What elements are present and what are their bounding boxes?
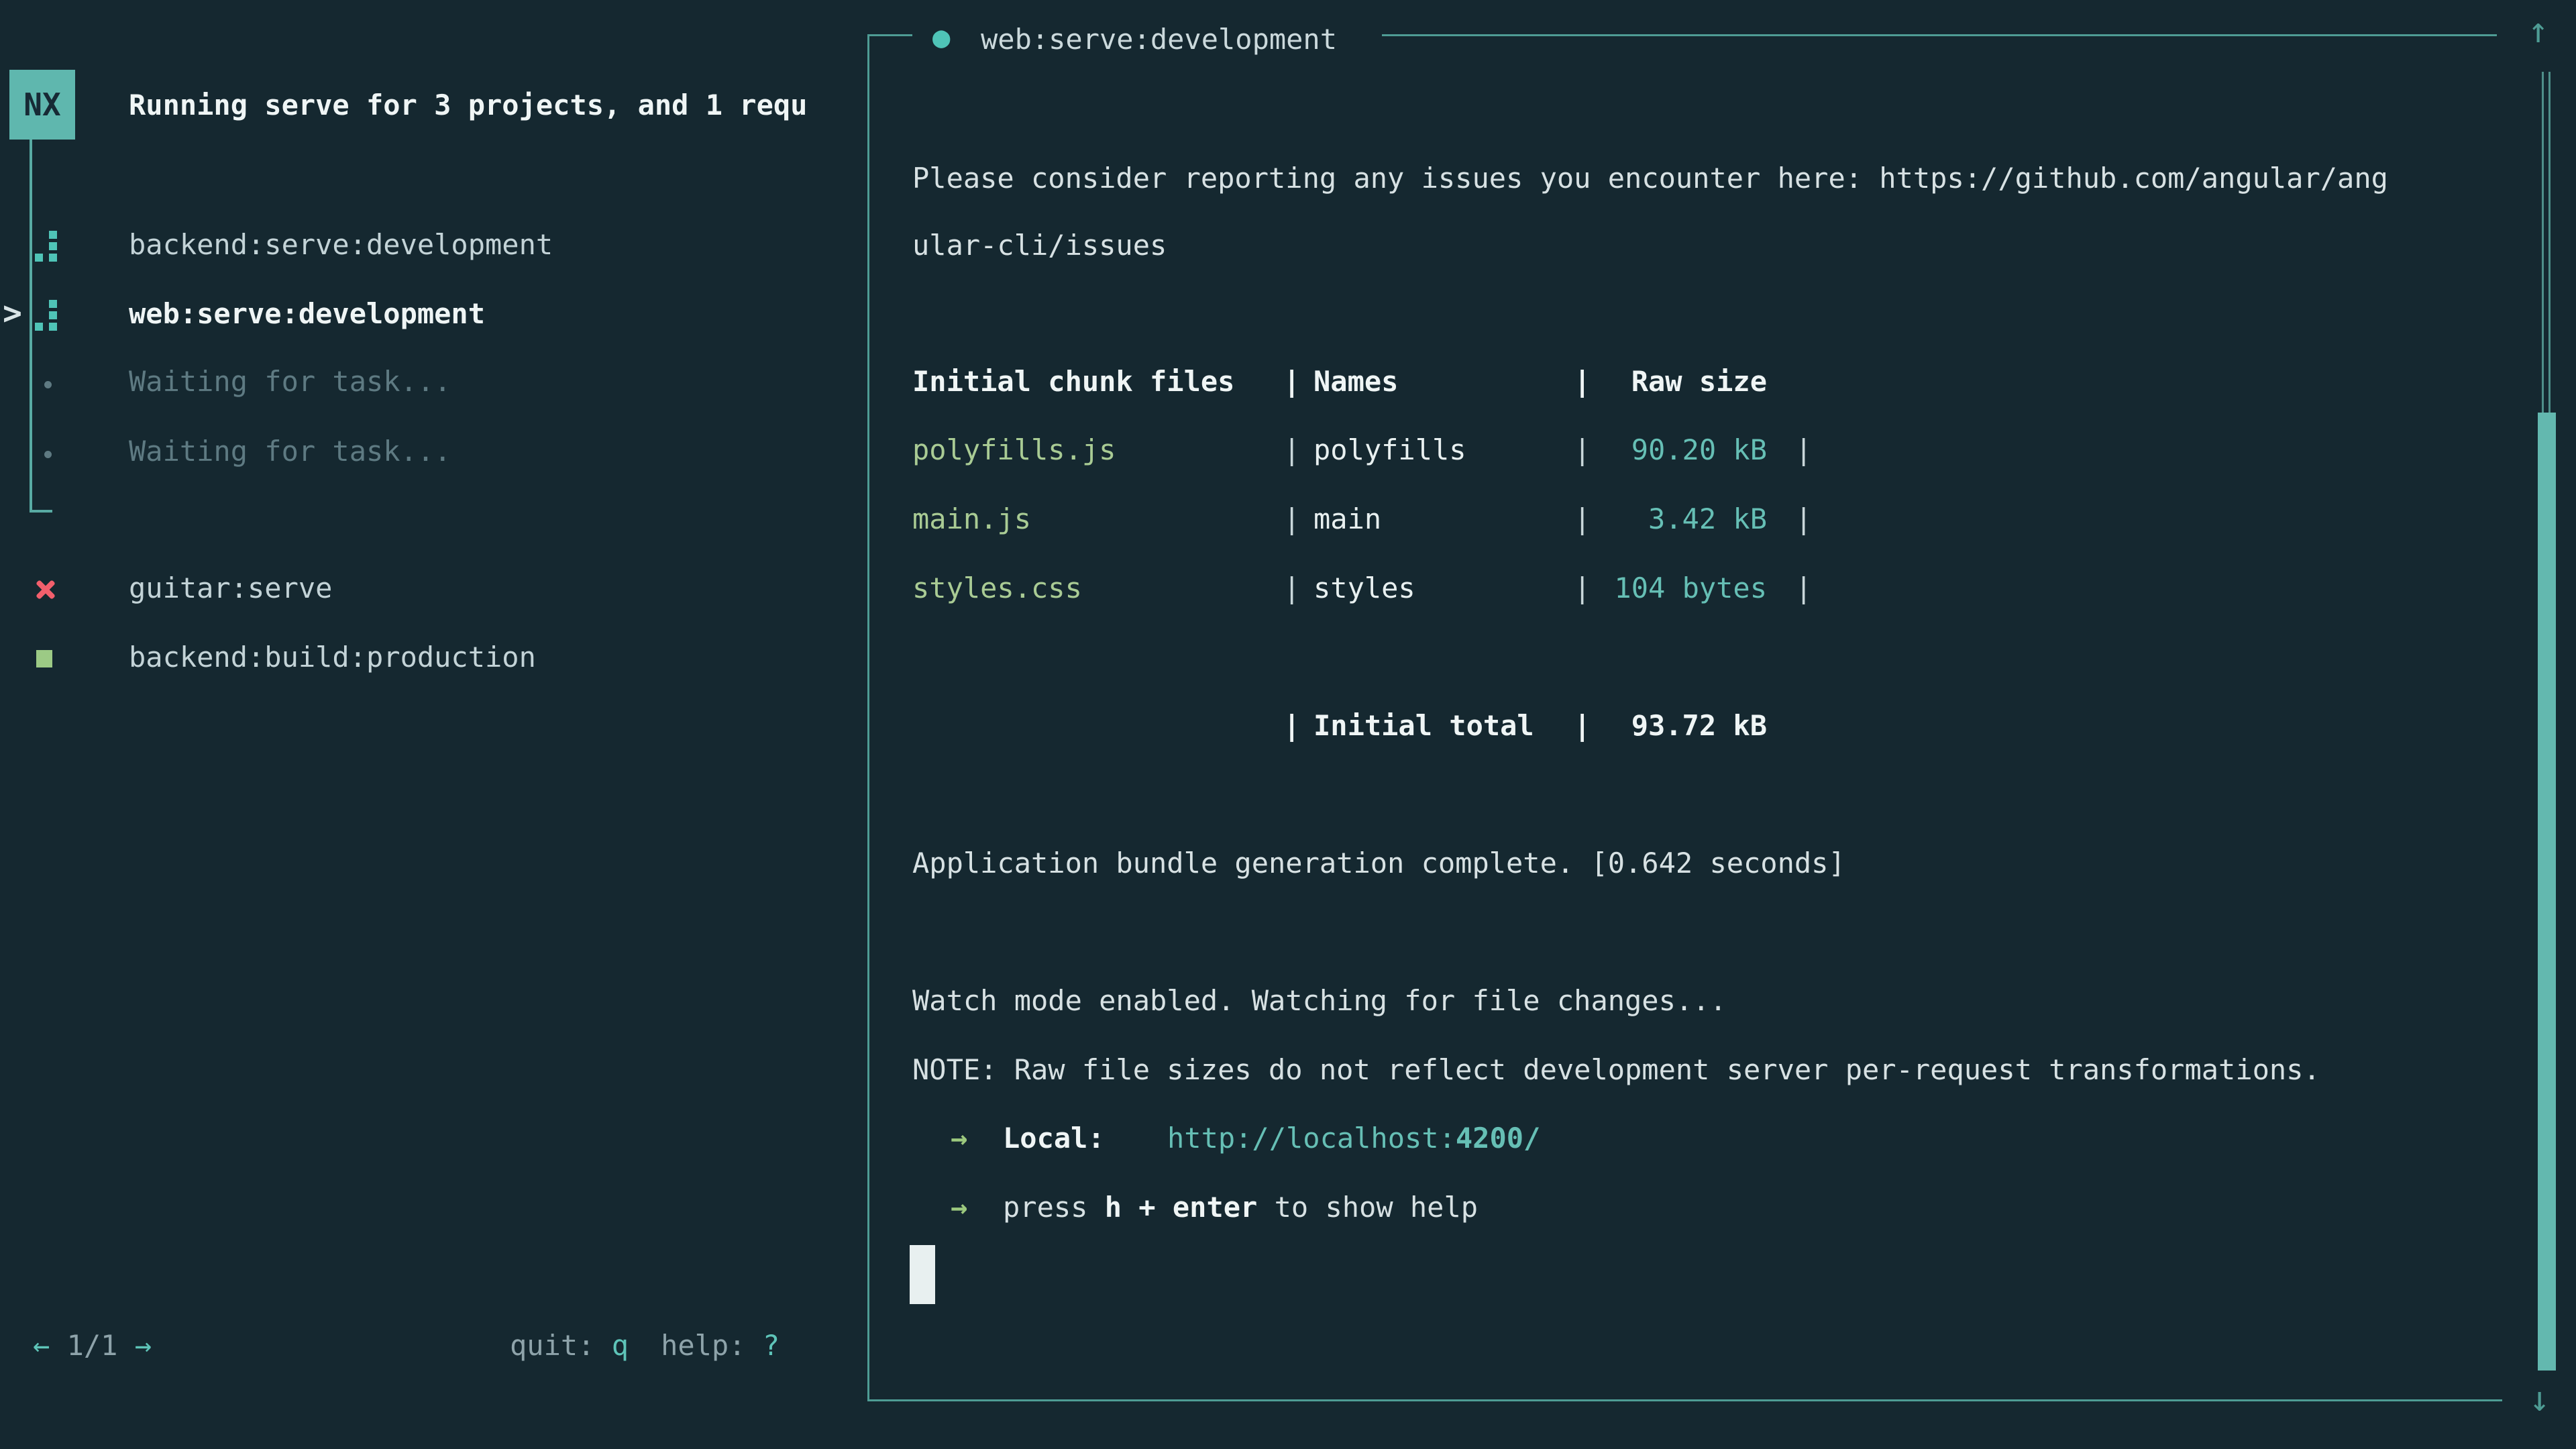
selected-chevron-icon: > xyxy=(3,294,22,332)
arrow-right-icon: → xyxy=(951,1122,967,1155)
scrollbar-thumb[interactable] xyxy=(2538,413,2556,1371)
table-cell-name: styles xyxy=(1313,572,1415,604)
task-row-waiting-2[interactable]: Waiting for task... xyxy=(0,435,867,475)
table-cell-size: 3.42 kB xyxy=(1574,502,1767,535)
waiting-dot-icon xyxy=(44,381,52,388)
task-row-backend-build[interactable]: backend:build:production xyxy=(0,641,867,681)
spinner-icon xyxy=(35,323,43,331)
arrow-right-icon: → xyxy=(951,1191,967,1224)
pane-border-bottom xyxy=(867,1399,2502,1401)
pager: ← 1/1 → xyxy=(33,1329,152,1362)
spinner-icon xyxy=(35,254,43,262)
press-keys: h + enter xyxy=(1105,1191,1258,1224)
note-line: NOTE: Raw file sizes do not reflect deve… xyxy=(912,1053,2320,1086)
task-label: Waiting for task... xyxy=(129,365,451,398)
help-key: ? xyxy=(763,1329,780,1362)
table-header-size: Raw size xyxy=(1574,365,1767,398)
task-row-waiting-1[interactable]: Waiting for task... xyxy=(0,365,867,405)
table-header-files: Initial chunk files xyxy=(912,365,1234,398)
task-list-sidebar: NX Running serve for 3 projects, and 1 r… xyxy=(0,0,867,1449)
table-cell-file: styles.css xyxy=(912,572,1082,604)
table-pipe: | xyxy=(1283,502,1300,535)
quit-key: q xyxy=(612,1329,629,1362)
table-total-label: Initial total xyxy=(1313,709,1534,742)
pager-count: 1/1 xyxy=(67,1329,118,1362)
task-label: backend:build:production xyxy=(129,641,536,674)
table-cell-file: polyfills.js xyxy=(912,433,1116,466)
pager-prev-icon[interactable]: ← xyxy=(33,1329,50,1362)
quit-hint-label: quit: xyxy=(510,1329,594,1362)
pager-next-icon[interactable]: → xyxy=(135,1329,152,1362)
table-header-names: Names xyxy=(1313,365,1398,398)
pane-border-top xyxy=(1382,34,2497,36)
scrollbar-up-arrow-icon[interactable]: ↑ xyxy=(2528,11,2548,51)
task-label: Waiting for task... xyxy=(129,435,451,468)
output-pane-title: web:serve:development xyxy=(981,23,1337,56)
sidebar-header-title: Running serve for 3 projects, and 1 requ xyxy=(129,89,807,121)
table-cell-name: main xyxy=(1313,502,1381,535)
local-label: Local: xyxy=(1003,1122,1105,1155)
bundle-complete-line: Application bundle generation complete. … xyxy=(912,847,1845,879)
press-help-line: press h + enter to show help xyxy=(1003,1191,1478,1224)
task-label: backend:serve:development xyxy=(129,228,553,261)
task-tree-corner xyxy=(30,510,52,513)
keyboard-shortcuts: quit: q help: ? xyxy=(510,1329,780,1362)
local-url-prefix: http://localhost: xyxy=(1167,1122,1456,1155)
nx-logo: NX xyxy=(9,70,75,140)
scrollbar-down-arrow-icon[interactable]: ↓ xyxy=(2529,1379,2550,1419)
task-row-web-serve[interactable]: > web:serve:development xyxy=(0,297,867,337)
table-cell-name: polyfills xyxy=(1313,433,1466,466)
table-pipe: | xyxy=(1283,433,1300,466)
waiting-dot-icon xyxy=(44,451,52,458)
terminal-cursor xyxy=(910,1245,935,1304)
local-url[interactable]: http://localhost:4200/ xyxy=(1167,1122,1540,1155)
table-pipe: | xyxy=(1795,502,1812,535)
table-cell-size: 90.20 kB xyxy=(1574,433,1767,466)
pane-border-left xyxy=(867,34,869,1401)
task-row-guitar-serve[interactable]: guitar:serve xyxy=(0,572,867,612)
press-suffix: to show help xyxy=(1275,1191,1478,1224)
failed-cross-icon xyxy=(35,580,55,600)
task-status-bullet-icon: ● xyxy=(932,20,951,54)
table-pipe: | xyxy=(1795,572,1812,604)
help-hint-label: help: xyxy=(661,1329,745,1362)
scrollbar-track[interactable] xyxy=(2542,72,2551,414)
task-row-backend-serve[interactable]: backend:serve:development xyxy=(0,228,867,268)
table-pipe: | xyxy=(1283,709,1300,742)
press-prefix: press xyxy=(1003,1191,1087,1224)
table-pipe: | xyxy=(1795,433,1812,466)
table-cell-size: 104 bytes xyxy=(1574,572,1767,604)
watch-mode-line: Watch mode enabled. Watching for file ch… xyxy=(912,984,1727,1017)
local-url-port: 4200/ xyxy=(1456,1122,1540,1155)
table-pipe: | xyxy=(1283,365,1300,398)
success-square-icon xyxy=(36,650,52,667)
issue-notice-line-1: Please consider reporting any issues you… xyxy=(912,162,2388,195)
issue-notice-line-2: ular-cli/issues xyxy=(912,229,1167,262)
task-label: web:serve:development xyxy=(129,297,485,330)
table-cell-file: main.js xyxy=(912,502,1031,535)
pane-border-top-stub xyxy=(869,34,912,36)
table-pipe: | xyxy=(1283,572,1300,604)
table-total-size: 93.72 kB xyxy=(1574,709,1767,742)
task-label: guitar:serve xyxy=(129,572,332,604)
